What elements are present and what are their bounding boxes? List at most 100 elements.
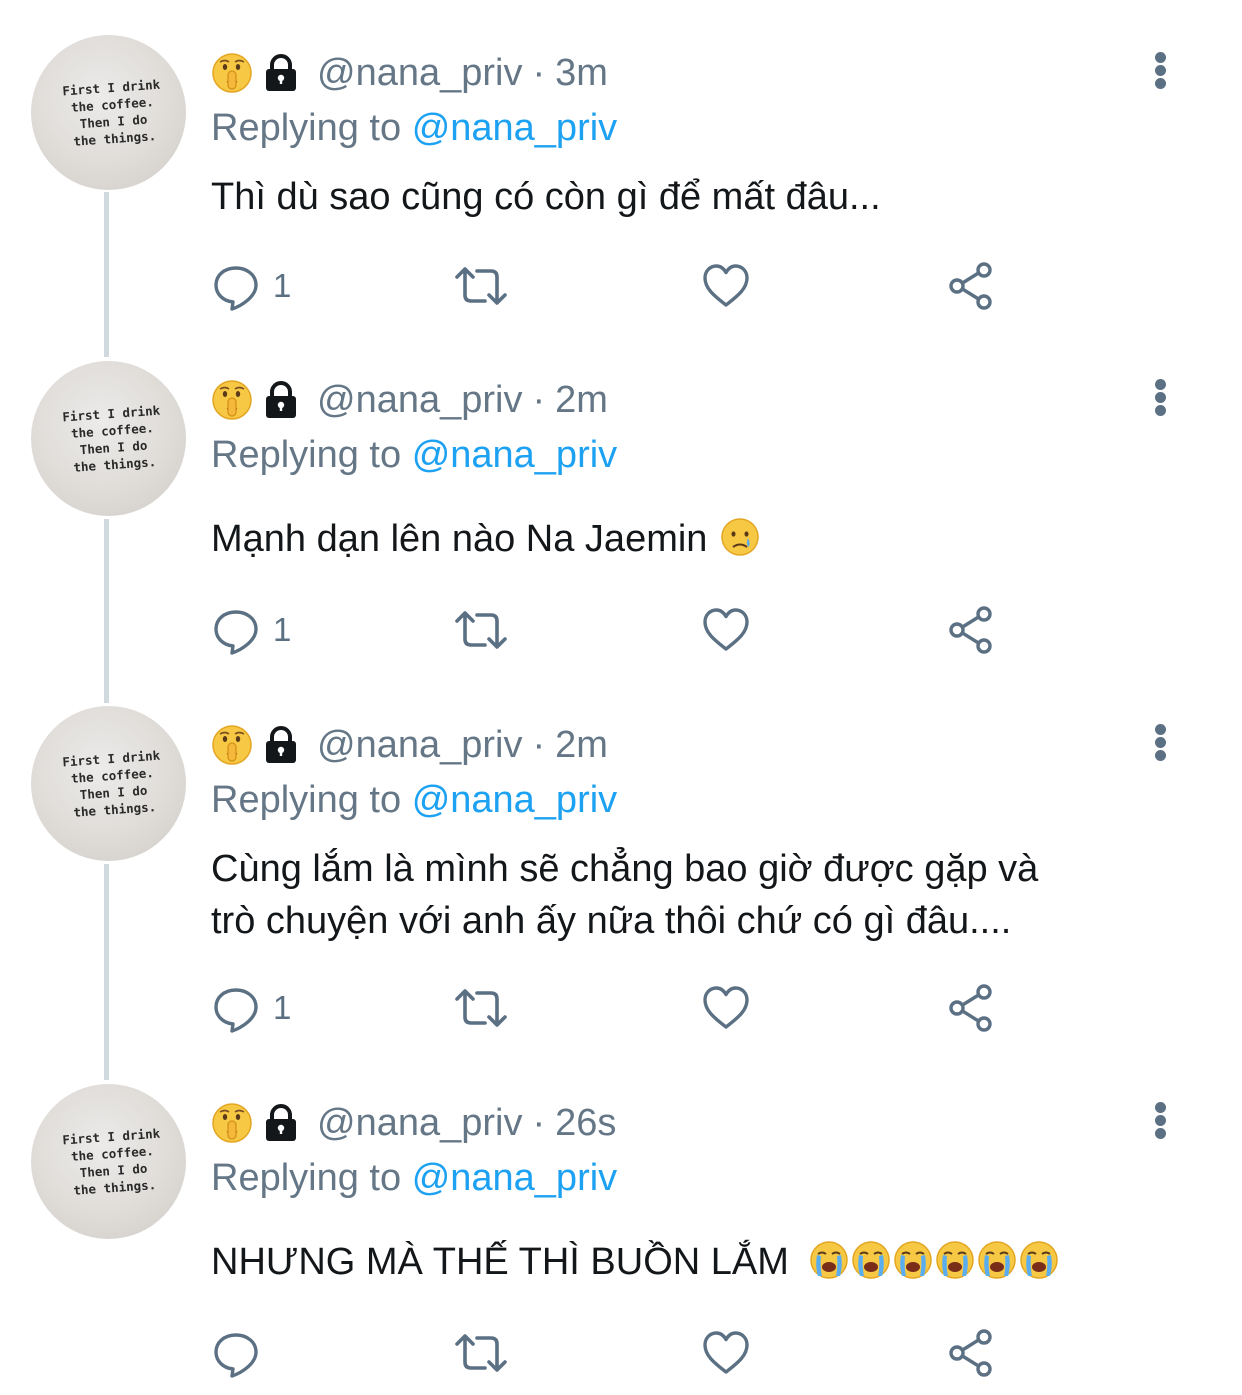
reply-icon (211, 605, 261, 655)
user-handle[interactable]: @nana_priv (317, 379, 522, 422)
loudly-crying-face-icon (1019, 1240, 1059, 1280)
timestamp[interactable]: 2m (555, 379, 608, 422)
tweet-1[interactable]: First I drink the coffee. Then I do the … (0, 0, 1242, 340)
tweet-text-line: NHƯNG MÀ THẾ THÌ BUỒN LẮM (211, 1241, 789, 1283)
retweet-button[interactable] (451, 605, 511, 655)
share-icon (946, 261, 996, 311)
like-button[interactable] (701, 605, 751, 655)
share-button[interactable] (946, 983, 996, 1033)
action-bar: 1 (211, 983, 1011, 1033)
more-options-icon[interactable] (1148, 717, 1174, 767)
retweet-icon (451, 983, 511, 1033)
mention-link[interactable]: @nana_priv (412, 107, 617, 149)
avatar-text: First I drink the coffee. Then I do the … (61, 747, 161, 820)
reply-icon (211, 261, 261, 311)
like-icon (701, 983, 751, 1033)
action-bar: 1 (211, 261, 1011, 311)
timestamp[interactable]: 3m (555, 52, 608, 95)
tweet-header: @nana_priv · 3m (211, 48, 608, 98)
share-button[interactable] (946, 605, 996, 655)
reply-count: 1 (273, 267, 292, 304)
reply-count: 1 (273, 989, 292, 1026)
retweet-button[interactable] (451, 983, 511, 1033)
loudly-crying-face-icon (893, 1240, 933, 1280)
user-handle[interactable]: @nana_priv (317, 52, 522, 95)
share-icon (946, 1328, 996, 1378)
tweet-text: NHƯNG MÀ THẾ THÌ BUỒN LẮM (211, 1236, 1201, 1288)
lock-icon (261, 380, 301, 420)
like-icon (701, 261, 751, 311)
replying-to-line: Replying to @nana_priv (211, 1153, 617, 1203)
mention-link[interactable]: @nana_priv (412, 434, 617, 476)
tweet-text: Cùng lắm là mình sẽ chẳng bao giờ được g… (211, 843, 1201, 947)
retweet-icon (451, 605, 511, 655)
retweet-icon (451, 1328, 511, 1378)
reply-icon (211, 983, 261, 1033)
loudly-crying-face-icon (935, 1240, 975, 1280)
tweet-text: Thì dù sao cũng có còn gì để mất đâu... (211, 171, 1201, 223)
reply-button[interactable]: 1 (211, 261, 291, 311)
replying-to-line: Replying to @nana_priv (211, 103, 617, 153)
reply-icon (211, 1328, 261, 1378)
reply-button[interactable] (211, 1328, 273, 1378)
retweet-icon (451, 261, 511, 311)
separator-dot: · (532, 378, 546, 421)
tweet-text-line: Cùng lắm là mình sẽ chẳng bao giờ được g… (211, 848, 1039, 890)
shushing-face-icon (211, 724, 253, 766)
loudly-crying-face-icon (977, 1240, 1017, 1280)
avatar-text: First I drink the coffee. Then I do the … (61, 1125, 161, 1198)
avatar[interactable]: First I drink the coffee. Then I do the … (31, 361, 186, 516)
avatar[interactable]: First I drink the coffee. Then I do the … (31, 35, 186, 190)
share-button[interactable] (946, 261, 996, 311)
like-icon (701, 605, 751, 655)
replying-to-line: Replying to @nana_priv (211, 430, 617, 480)
like-icon (701, 1328, 751, 1378)
tweet-text: Mạnh dạn lên nào Na Jaemin (211, 513, 1201, 565)
reply-button[interactable]: 1 (211, 605, 291, 655)
tweet-text-line: Mạnh dạn lên nào Na Jaemin (211, 518, 708, 560)
tweet-header: @nana_priv · 2m (211, 375, 608, 425)
replying-to-label: Replying to (211, 107, 402, 149)
tweet-header: @nana_priv · 26s (211, 1098, 616, 1148)
action-bar: 1 (211, 605, 1011, 655)
crying-face-icon (720, 517, 760, 557)
like-button[interactable] (701, 1328, 751, 1378)
replying-to-line: Replying to @nana_priv (211, 775, 617, 825)
like-button[interactable] (701, 983, 751, 1033)
shushing-face-icon (211, 379, 253, 421)
avatar-text: First I drink the coffee. Then I do the … (61, 402, 161, 475)
tweet-text-line: Thì dù sao cũng có còn gì để mất đâu... (211, 176, 881, 218)
avatar-text: First I drink the coffee. Then I do the … (61, 76, 161, 149)
thread-line (104, 864, 109, 1080)
retweet-button[interactable] (451, 261, 511, 311)
share-button[interactable] (946, 1328, 996, 1378)
like-button[interactable] (701, 261, 751, 311)
replying-to-label: Replying to (211, 779, 402, 821)
user-handle[interactable]: @nana_priv (317, 1102, 522, 1145)
share-icon (946, 605, 996, 655)
mention-link[interactable]: @nana_priv (412, 1157, 617, 1199)
lock-icon (261, 725, 301, 765)
mention-link[interactable]: @nana_priv (412, 779, 617, 821)
more-options-icon[interactable] (1148, 45, 1174, 95)
timestamp[interactable]: 2m (555, 724, 608, 767)
reply-button[interactable]: 1 (211, 983, 291, 1033)
separator-dot: · (532, 1101, 546, 1144)
thread-line (104, 519, 109, 703)
lock-icon (261, 1103, 301, 1143)
tweet-text-line: trò chuyện với anh ấy nữa thôi chứ có gì… (211, 900, 1012, 942)
more-options-icon[interactable] (1148, 372, 1174, 422)
lock-icon (261, 53, 301, 93)
retweet-button[interactable] (451, 1328, 511, 1378)
avatar[interactable]: First I drink the coffee. Then I do the … (31, 706, 186, 861)
avatar[interactable]: First I drink the coffee. Then I do the … (31, 1084, 186, 1239)
share-icon (946, 983, 996, 1033)
user-handle[interactable]: @nana_priv (317, 724, 522, 767)
replying-to-label: Replying to (211, 1157, 402, 1199)
timestamp[interactable]: 26s (555, 1102, 616, 1145)
separator-dot: · (532, 51, 546, 94)
tweet-header: @nana_priv · 2m (211, 720, 608, 770)
reply-count: 1 (273, 611, 292, 648)
shushing-face-icon (211, 52, 253, 94)
more-options-icon[interactable] (1148, 1095, 1174, 1145)
